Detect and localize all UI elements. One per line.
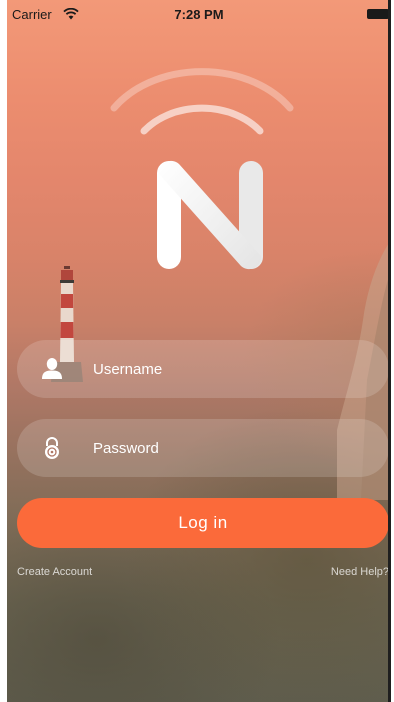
battery-icon [367,9,389,19]
lock-icon [45,437,59,459]
signal-arcs-icon [110,68,294,135]
password-input[interactable] [93,419,363,477]
need-help-link[interactable]: Need Help? [331,566,389,578]
screen-edge [388,0,391,702]
password-field[interactable] [17,419,389,477]
username-input[interactable] [93,340,363,398]
create-account-link[interactable]: Create Account [17,566,92,578]
status-bar: Carrier 7:28 PM [7,0,391,30]
user-icon [42,358,62,379]
username-field[interactable] [17,340,389,398]
status-time: 7:28 PM [174,7,224,22]
login-screen: Carrier 7:28 PM Username Log in Create A… [7,0,391,702]
login-button[interactable]: Log in [17,498,389,548]
n-logo-icon [110,68,294,270]
